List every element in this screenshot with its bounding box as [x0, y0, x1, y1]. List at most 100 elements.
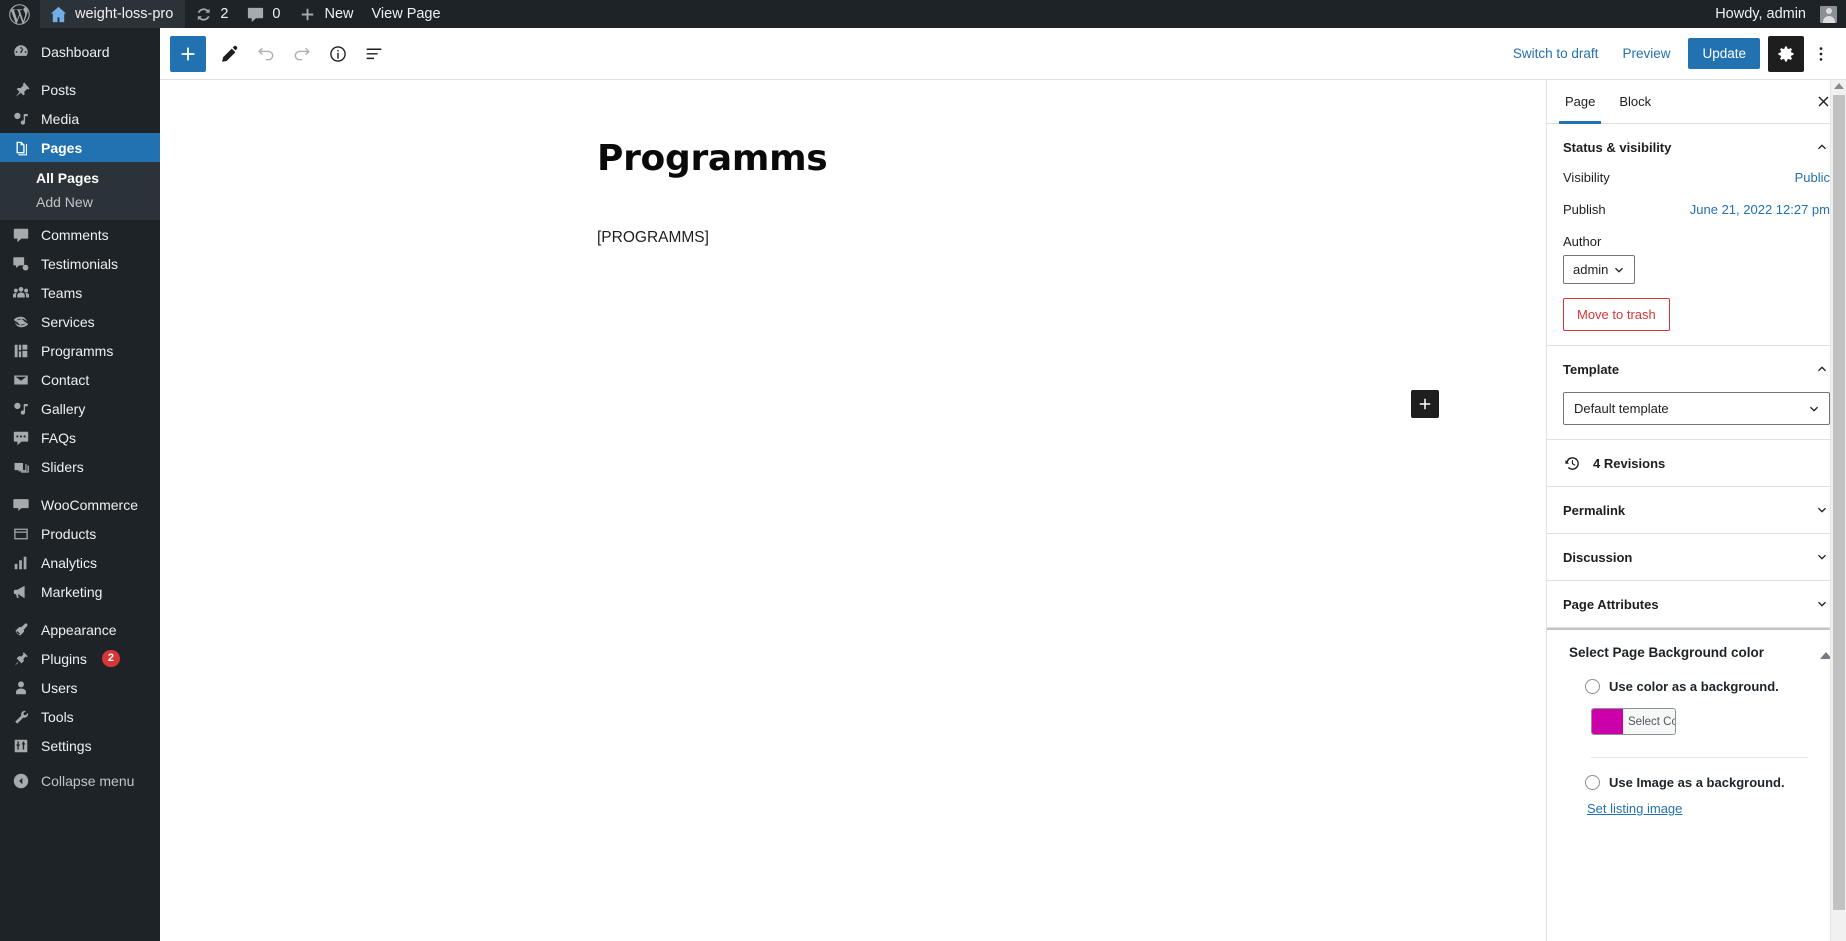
- comments-button[interactable]: 0: [237, 0, 289, 28]
- more-options-button[interactable]: [1804, 36, 1838, 72]
- programs-icon: [11, 341, 31, 361]
- publish-label: Publish: [1563, 202, 1606, 217]
- wordpress-logo-button[interactable]: [0, 0, 40, 28]
- sidebar-item-label: Dashboard: [41, 43, 110, 60]
- tools-pencil-button[interactable]: [212, 36, 248, 72]
- document-info-button[interactable]: [320, 36, 356, 72]
- updates-button[interactable]: 2: [185, 0, 237, 28]
- sidebar-item-label: Gallery: [41, 400, 86, 417]
- sidebar-item-all-pages[interactable]: All Pages: [0, 166, 160, 190]
- sidebar-item-analytics[interactable]: Analytics: [0, 548, 160, 577]
- undo-icon: [258, 47, 274, 60]
- view-page-link[interactable]: View Page: [363, 0, 450, 28]
- sidebar-item-faqs[interactable]: FAQs: [0, 423, 160, 452]
- sidebar-item-users[interactable]: Users: [0, 673, 160, 702]
- page-title[interactable]: Programms: [160, 137, 1546, 180]
- gallery-icon: [11, 399, 31, 419]
- settings-toggle-button[interactable]: [1768, 35, 1804, 72]
- use-color-option[interactable]: Use color as a background.: [1569, 679, 1830, 695]
- use-color-label: Use color as a background.: [1609, 679, 1779, 695]
- sidebar-item-comments[interactable]: Comments: [0, 220, 160, 249]
- use-image-radio[interactable]: [1585, 775, 1600, 791]
- sidebar-item-woocommerce[interactable]: WooCommerce: [0, 490, 160, 519]
- scrollbar-thumb[interactable]: [1833, 95, 1845, 910]
- sidebar-item-add-new-page[interactable]: Add New: [0, 190, 160, 214]
- panel-status-visibility-header[interactable]: Status & visibility: [1563, 124, 1830, 170]
- products-icon: [11, 524, 31, 544]
- panel-discussion-header[interactable]: Discussion: [1563, 534, 1830, 580]
- publish-date-button[interactable]: June 21, 2022 12:27 pm: [1690, 202, 1830, 217]
- howdy-account-menu[interactable]: Howdy, admin: [1706, 0, 1846, 28]
- home-icon: [50, 6, 67, 22]
- users-icon: [11, 678, 31, 698]
- more-vertical-icon: [1819, 46, 1823, 61]
- sidebar-item-label: Testimonials: [41, 255, 119, 272]
- editor-canvas[interactable]: Programms [PROGRAMMS]: [160, 80, 1546, 941]
- use-image-option[interactable]: Use Image as a background.: [1569, 775, 1830, 791]
- sidebar-item-appearance[interactable]: Appearance: [0, 615, 160, 644]
- select-color-label: Select Color: [1623, 709, 1675, 735]
- sidebar-item-contact[interactable]: Contact: [0, 365, 160, 394]
- panel-permalink-header[interactable]: Permalink: [1563, 487, 1830, 533]
- scroll-up-arrow-icon[interactable]: [1833, 83, 1844, 89]
- sidebar-item-testimonials[interactable]: Testimonials: [0, 249, 160, 278]
- envelope-icon: [11, 370, 31, 390]
- chevron-up-icon: [1818, 144, 1826, 150]
- settings-sidebar: Page Block Status & visibility Visibilit…: [1546, 80, 1846, 941]
- undo-button[interactable]: [248, 36, 284, 72]
- redo-button[interactable]: [284, 36, 320, 72]
- updates-count: 2: [220, 6, 229, 22]
- sidebar-item-posts[interactable]: Posts: [0, 75, 160, 104]
- paragraph-block[interactable]: [PROGRAMMS]: [160, 229, 1546, 247]
- chevron-down-icon: [1806, 401, 1822, 420]
- panel-page-attributes-header[interactable]: Page Attributes: [1563, 581, 1830, 627]
- switch-to-draft-button[interactable]: Switch to draft: [1501, 40, 1611, 67]
- visibility-value-button[interactable]: Public: [1795, 170, 1830, 185]
- template-select[interactable]: Default template: [1563, 392, 1830, 425]
- sidebar-item-products[interactable]: Products: [0, 519, 160, 548]
- settings-scrollbar[interactable]: [1830, 80, 1846, 941]
- author-select[interactable]: admin: [1563, 255, 1636, 284]
- color-swatch[interactable]: [1592, 709, 1623, 735]
- sidebar-item-tools[interactable]: Tools: [0, 702, 160, 731]
- set-listing-image-link[interactable]: Set listing image: [1587, 801, 1682, 816]
- sidebar-item-sliders[interactable]: Sliders: [0, 452, 160, 481]
- sidebar-item-programms[interactable]: Programms: [0, 336, 160, 365]
- sidebar-item-services[interactable]: Services: [0, 307, 160, 336]
- sidebar-item-marketing[interactable]: Marketing: [0, 577, 160, 606]
- sidebar-item-teams[interactable]: Teams: [0, 278, 160, 307]
- wordpress-logo-icon: [9, 3, 30, 25]
- sidebar-item-gallery[interactable]: Gallery: [0, 394, 160, 423]
- sidebar-item-pages[interactable]: Pages: [0, 133, 160, 162]
- site-name-link[interactable]: weight-loss-pro: [40, 0, 186, 28]
- sidebar-item-dashboard[interactable]: Dashboard: [0, 37, 160, 66]
- add-block-button[interactable]: [170, 35, 206, 72]
- appearance-icon: [11, 620, 31, 640]
- list-view-button[interactable]: [356, 36, 392, 72]
- comment-bubble-icon: [248, 7, 264, 22]
- sidebar-item-settings[interactable]: Settings: [0, 731, 160, 760]
- move-to-trash-button[interactable]: Move to trash: [1563, 298, 1670, 331]
- sidebar-item-label: Media: [41, 110, 80, 127]
- tab-block[interactable]: Block: [1607, 80, 1663, 123]
- revisions-icon: [1565, 456, 1579, 470]
- color-picker-control[interactable]: Select Color: [1591, 708, 1676, 736]
- sliders-icon: [11, 457, 31, 477]
- update-button[interactable]: Update: [1688, 38, 1760, 69]
- panel-template-header[interactable]: Template: [1563, 346, 1830, 392]
- new-label: New: [324, 6, 354, 22]
- pages-submenu: All Pages Add New: [0, 162, 160, 220]
- sidebar-item-label: Marketing: [41, 583, 103, 600]
- collapse-menu-button[interactable]: Collapse menu: [0, 766, 160, 795]
- block-inserter-button[interactable]: [1411, 390, 1439, 418]
- visibility-row: Visibility Public: [1563, 170, 1830, 185]
- new-content-button[interactable]: New: [289, 0, 362, 28]
- revisions-link[interactable]: 4 Revisions: [1563, 440, 1830, 486]
- author-label: Author: [1563, 234, 1602, 249]
- sidebar-item-label: Plugins: [41, 650, 87, 667]
- sidebar-item-plugins[interactable]: Plugins 2: [0, 644, 160, 673]
- tab-page[interactable]: Page: [1553, 80, 1607, 124]
- sidebar-item-media[interactable]: Media: [0, 104, 160, 133]
- preview-button[interactable]: Preview: [1610, 40, 1682, 67]
- use-color-radio[interactable]: [1585, 679, 1600, 695]
